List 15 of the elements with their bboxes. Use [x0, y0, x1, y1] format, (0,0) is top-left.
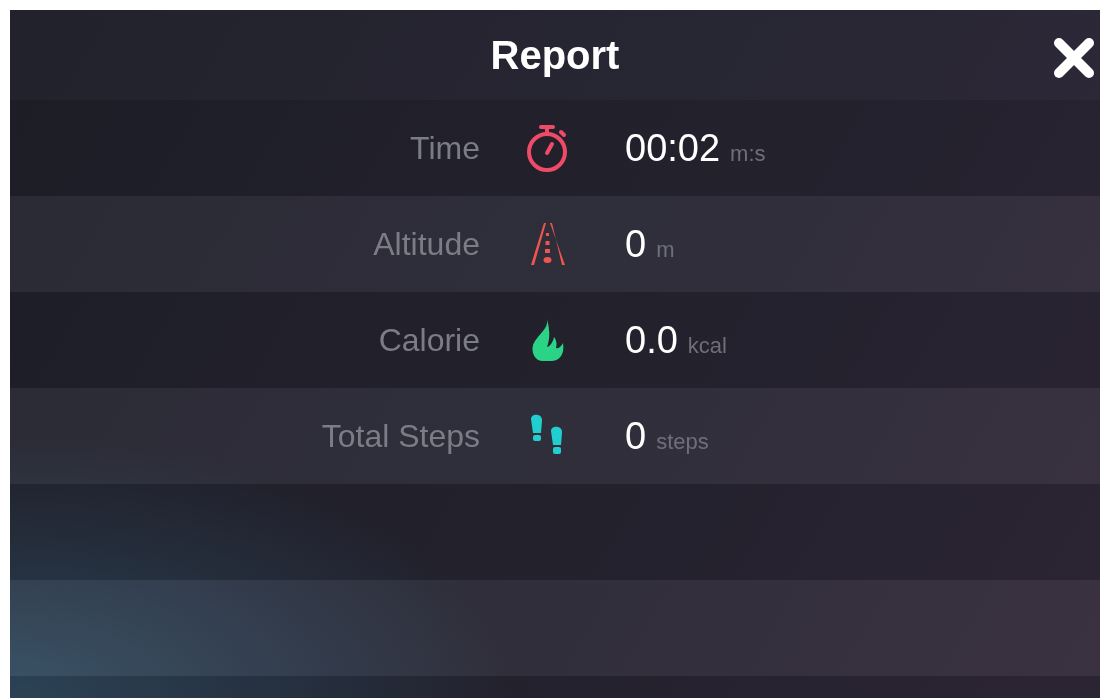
- stat-label: Calorie: [378, 321, 480, 359]
- stat-unit: kcal: [687, 332, 727, 359]
- stat-label: Altitude: [373, 225, 480, 263]
- stat-label: Total Steps: [321, 417, 480, 455]
- stat-value: 0: [625, 222, 647, 266]
- stat-value: 0: [625, 414, 647, 458]
- stat-unit: steps: [656, 428, 709, 455]
- stat-label: Time: [410, 129, 480, 167]
- stat-value: 00:02: [625, 126, 721, 170]
- window-title: Report: [490, 32, 620, 78]
- stopwatch-icon: [525, 123, 569, 173]
- close-icon: [1052, 36, 1096, 80]
- stat-unit: m: [656, 236, 675, 263]
- stat-unit: m:s: [730, 140, 766, 167]
- stat-value: 0.0: [625, 318, 678, 362]
